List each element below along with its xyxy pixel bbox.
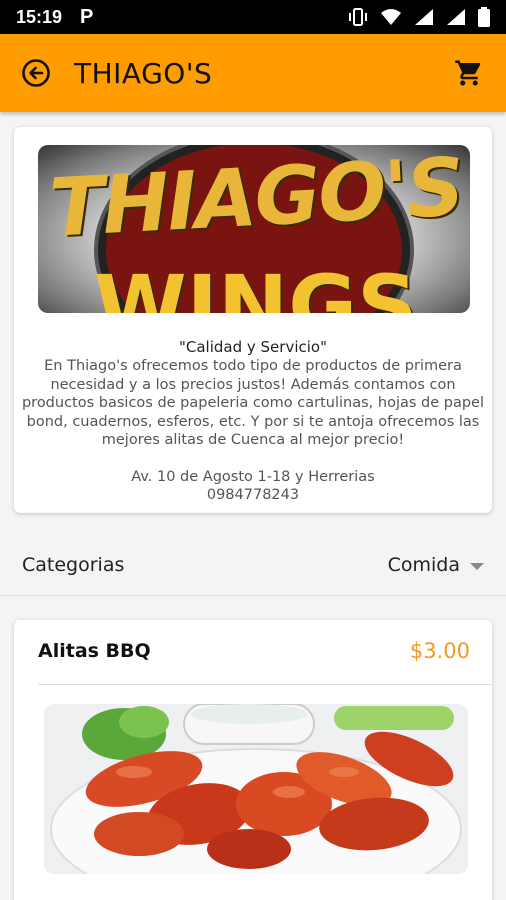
- category-selected-value: Comida: [387, 554, 460, 576]
- back-circle-arrow-icon: [22, 59, 50, 87]
- chicken-wings-illustration: [44, 704, 468, 874]
- category-filter-row: Categorias Comida: [0, 536, 506, 594]
- store-slogan: "Calidad y Servicio": [178, 338, 327, 356]
- status-icons: [348, 7, 490, 27]
- store-phone: 0984778243: [206, 487, 300, 503]
- store-info-card: THIAGO'S WINGS "Calidad y Servicio" En T…: [14, 127, 492, 513]
- dropdown-arrow-icon: [470, 562, 484, 570]
- wifi-icon: [380, 8, 402, 26]
- shopping-cart-icon: [455, 60, 481, 86]
- store-address: Av. 10 de Agosto 1-18 y Herrerias: [131, 469, 375, 485]
- status-app-indicator: P: [80, 5, 94, 28]
- category-dropdown[interactable]: Comida: [388, 554, 484, 576]
- product-price: $3.00: [409, 639, 470, 663]
- status-time: 15:19: [16, 6, 63, 27]
- product-image: [44, 704, 468, 874]
- signal-icon-2: [446, 8, 466, 26]
- app-bar: THIAGO'S: [0, 34, 506, 112]
- section-divider: [0, 595, 506, 596]
- battery-icon: [478, 7, 490, 27]
- store-description: En Thiago's ofrecemos todo tipo de produ…: [21, 358, 485, 448]
- store-banner-image: THIAGO'S WINGS: [38, 145, 470, 313]
- vibrate-icon: [348, 8, 368, 26]
- status-bar: 15:19 P: [0, 0, 506, 34]
- product-divider: [38, 684, 492, 685]
- page-title: THIAGO'S: [74, 56, 213, 90]
- category-label: Categorias: [22, 554, 125, 576]
- cart-button[interactable]: [452, 56, 486, 90]
- product-name: Alitas BBQ: [38, 640, 151, 662]
- product-card[interactable]: Alitas BBQ $3.00: [14, 620, 492, 900]
- back-button[interactable]: [20, 57, 52, 89]
- banner-logo-text-bottom: WINGS: [94, 257, 418, 313]
- signal-icon: [414, 8, 434, 26]
